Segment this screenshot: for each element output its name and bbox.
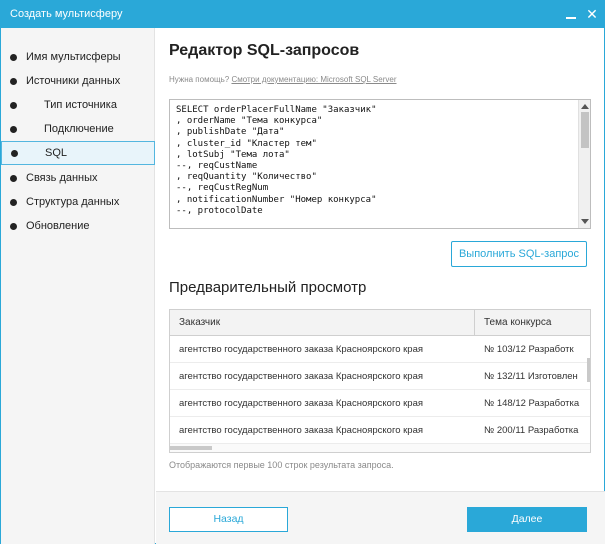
help-line: Нужна помощь? Смотри документацию: Micro… xyxy=(169,75,397,84)
table-vertical-scroll-thumb[interactable] xyxy=(587,358,590,382)
sidebar-item-data-links[interactable]: Связь данных xyxy=(1,167,155,191)
window-titlebar: Создать мультисферу ✕ xyxy=(1,1,604,28)
preview-note: Отображаются первые 100 строк результата… xyxy=(169,460,394,470)
window-title: Создать мультисферу xyxy=(10,8,123,20)
preview-table: Заказчик Тема конкурса агентство государ… xyxy=(169,309,591,453)
sidebar-item-label: Подключение xyxy=(44,123,114,135)
table-cell: агентство государственного заказа Красно… xyxy=(179,398,424,409)
wizard-footer: Назад Далее xyxy=(156,491,605,544)
table-header: Заказчик Тема конкурса xyxy=(170,310,590,336)
bullet-icon xyxy=(10,126,17,133)
sidebar-item-label: Тип источника xyxy=(44,99,117,111)
back-button[interactable]: Назад xyxy=(169,507,288,532)
bullet-icon xyxy=(10,54,17,61)
wizard-sidebar: Имя мультисферы Источники данных Тип ист… xyxy=(1,28,155,544)
preview-title: Предварительный просмотр xyxy=(169,279,367,296)
table-row: агентство государственного заказа Красно… xyxy=(170,390,590,417)
sidebar-item-label: Обновление xyxy=(26,220,90,232)
column-divider[interactable] xyxy=(474,310,475,336)
sidebar-item-label: Источники данных xyxy=(26,75,121,87)
close-button[interactable]: ✕ xyxy=(583,5,601,23)
sidebar-item-source-type[interactable]: Тип источника xyxy=(1,94,155,118)
scroll-thumb[interactable] xyxy=(581,112,589,148)
help-prefix: Нужна помощь? xyxy=(169,75,232,84)
table-horizontal-scrollbar[interactable] xyxy=(170,444,590,452)
sidebar-item-label: Имя мультисферы xyxy=(26,51,121,63)
scroll-down-icon[interactable] xyxy=(581,219,589,224)
sidebar-item-data-sources[interactable]: Источники данных xyxy=(1,70,155,94)
next-button[interactable]: Далее xyxy=(467,507,587,532)
table-cell: № 132/11 Изготовлен xyxy=(484,371,578,382)
sql-editor: SELECT orderPlacerFullName "Заказчик" , … xyxy=(169,99,591,229)
table-row: агентство государственного заказа Красно… xyxy=(170,336,590,363)
sidebar-item-update[interactable]: Обновление xyxy=(1,215,155,239)
sidebar-item-label: SQL xyxy=(45,147,68,159)
minimize-button[interactable] xyxy=(562,5,580,23)
page-title: Редактор SQL-запросов xyxy=(169,42,360,59)
scroll-thumb[interactable] xyxy=(170,446,212,450)
table-row: агентство государственного заказа Красно… xyxy=(170,363,590,390)
table-cell: агентство государственного заказа Красно… xyxy=(179,425,424,436)
bullet-icon xyxy=(11,150,18,157)
run-sql-button[interactable]: Выполнить SQL-запрос xyxy=(451,241,587,267)
bullet-icon xyxy=(10,78,17,85)
sidebar-item-connection[interactable]: Подключение xyxy=(1,118,155,142)
sidebar-item-label: Связь данных xyxy=(26,172,98,184)
main-panel: Редактор SQL-запросов Нужна помощь? Смот… xyxy=(156,28,605,544)
scroll-up-icon[interactable] xyxy=(581,104,589,109)
column-header-topic[interactable]: Тема конкурса xyxy=(484,317,551,328)
table-cell: № 148/12 Разработка xyxy=(484,398,580,409)
table-cell: агентство государственного заказа Красно… xyxy=(179,371,424,382)
table-cell: № 200/11 Разработка xyxy=(484,425,579,436)
sql-editor-scrollbar[interactable] xyxy=(578,100,590,228)
sidebar-item-sql[interactable]: SQL xyxy=(1,141,155,165)
sidebar-item-label: Структура данных xyxy=(26,196,120,208)
documentation-link[interactable]: Смотри документацию: Microsoft SQL Serve… xyxy=(231,75,396,84)
table-cell: агентство государственного заказа Красно… xyxy=(179,344,424,355)
sidebar-item-data-structure[interactable]: Структура данных xyxy=(1,191,155,215)
column-header-customer[interactable]: Заказчик xyxy=(179,317,220,328)
table-row: агентство государственного заказа Красно… xyxy=(170,417,590,444)
bullet-icon xyxy=(10,175,17,182)
table-cell: № 103/12 Разработк xyxy=(484,344,574,355)
sidebar-item-multisphere-name[interactable]: Имя мультисферы xyxy=(1,46,155,70)
bullet-icon xyxy=(10,102,17,109)
create-multisphere-window: Создать мультисферу ✕ Имя мультисферы Ис… xyxy=(0,0,605,544)
bullet-icon xyxy=(10,199,17,206)
close-icon: ✕ xyxy=(586,6,598,22)
sql-query-input[interactable]: SELECT orderPlacerFullName "Заказчик" , … xyxy=(176,105,572,227)
minimize-icon xyxy=(566,17,576,19)
bullet-icon xyxy=(10,223,17,230)
